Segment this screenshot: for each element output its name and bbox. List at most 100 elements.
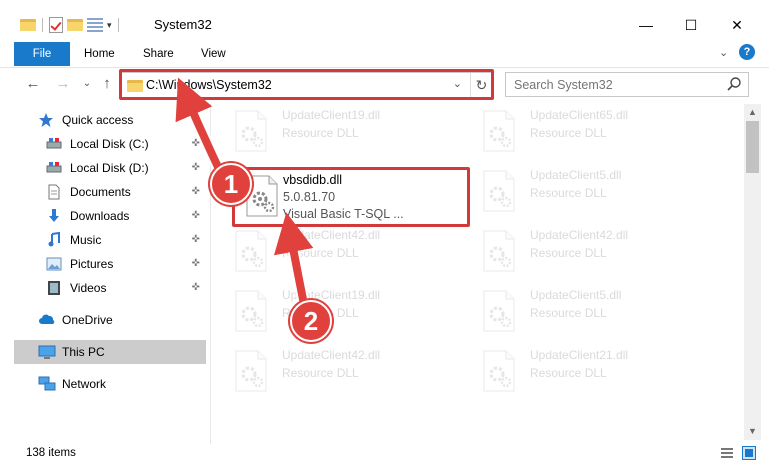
- toolbar-divider: [117, 18, 119, 32]
- minimize-button[interactable]: —: [623, 10, 669, 40]
- dll-file-icon: [482, 290, 518, 334]
- file-name: UpdateClient5.dll: [530, 288, 622, 302]
- dll-file-icon: [234, 110, 270, 154]
- file-item[interactable]: UpdateClient5.dll Resource DLL: [460, 284, 700, 344]
- file-item[interactable]: UpdateClient42.dll Resource DLL: [212, 224, 452, 284]
- sidebar-item-network[interactable]: Network: [14, 372, 206, 396]
- pin-icon: ✜: [191, 258, 200, 269]
- file-item[interactable]: UpdateClient65.dll Resource DLL: [460, 104, 700, 164]
- scroll-up-icon[interactable]: ▲: [744, 104, 761, 121]
- dll-file-icon: [234, 290, 270, 334]
- dll-file-icon: [482, 350, 518, 394]
- sidebar-item-onedrive[interactable]: OneDrive: [14, 308, 206, 332]
- sidebar-item-downloads[interactable]: Downloads ✜: [14, 204, 206, 228]
- highlighted-file-box[interactable]: vbsdidb.dll 5.0.81.70 Visual Basic T-SQL…: [232, 167, 470, 227]
- vertical-scrollbar[interactable]: ▲ ▼: [744, 104, 761, 440]
- pictures-icon: [46, 256, 64, 272]
- file-description: Resource DLL: [530, 186, 607, 200]
- sidebar-item-pictures[interactable]: Pictures ✜: [14, 252, 206, 276]
- file-name: UpdateClient65.dll: [530, 108, 629, 122]
- file-item[interactable]: UpdateClient19.dll Resource DLL: [212, 104, 452, 164]
- sidebar-item-local-disk-c[interactable]: Local Disk (C:) ✜: [14, 132, 206, 156]
- file-description: Resource DLL: [282, 126, 359, 140]
- tab-view[interactable]: View: [201, 42, 226, 66]
- search-icon[interactable]: [726, 76, 742, 92]
- toolbar-divider: [42, 18, 43, 32]
- file-name: UpdateClient21.dll: [530, 348, 629, 362]
- file-name: UpdateClient42.dll: [282, 348, 381, 362]
- file-item[interactable]: UpdateClient19.dllResource DLL: [212, 284, 452, 344]
- new-folder-icon[interactable]: [67, 19, 83, 31]
- sidebar-item-label: Documents: [70, 185, 131, 199]
- dll-file-icon: [482, 110, 518, 154]
- scrollbar-thumb[interactable]: [746, 121, 759, 173]
- sidebar-item-label: Music: [70, 233, 102, 247]
- file-list: UpdateClient19.dll Resource DLL UpdateClie…: [212, 104, 744, 440]
- sidebar-item-documents[interactable]: Documents ✜: [14, 180, 206, 204]
- file-description: Resource DLL: [530, 126, 607, 140]
- scroll-down-icon[interactable]: ▼: [744, 423, 761, 440]
- sidebar-item-this-pc[interactable]: This PC: [14, 340, 206, 364]
- sidebar-item-label: This PC: [62, 345, 105, 359]
- file-description: Resource DLL: [530, 366, 607, 380]
- properties-check-icon[interactable]: [49, 17, 63, 33]
- file-name[interactable]: vbsdidb.dll: [283, 173, 342, 187]
- disk-icon: [46, 160, 64, 176]
- tab-file[interactable]: File: [14, 42, 70, 66]
- customize-icon[interactable]: [87, 18, 103, 32]
- dll-file-icon: [234, 230, 270, 274]
- close-button[interactable]: ✕: [714, 10, 760, 40]
- status-bar: 138 items: [0, 444, 769, 476]
- file-name: UpdateClient42.dll: [530, 228, 629, 242]
- tab-home[interactable]: Home: [84, 42, 115, 66]
- toolbar-dropdown-icon[interactable]: ▾: [107, 20, 112, 31]
- pin-icon: ✜: [191, 138, 200, 149]
- file-item[interactable]: UpdateClient42.dll Resource DLL: [460, 224, 700, 284]
- sidebar-item-videos[interactable]: Videos ✜: [14, 276, 206, 300]
- maximize-button[interactable]: ☐: [668, 10, 714, 40]
- forward-button[interactable]: →: [54, 75, 72, 93]
- star-icon: [38, 112, 56, 128]
- folder-icon[interactable]: [20, 19, 36, 31]
- ribbon: File Home Share View ⌄ ?: [0, 40, 769, 68]
- file-item[interactable]: UpdateClient21.dll Resource DLL: [460, 344, 700, 404]
- file-description: Resource DLL: [282, 246, 359, 260]
- recent-locations-button[interactable]: ⌄: [78, 75, 96, 93]
- network-icon: [38, 376, 56, 392]
- file-item[interactable]: UpdateClient42.dll Resource DLL: [212, 344, 452, 404]
- ribbon-expand-icon[interactable]: ⌄: [719, 46, 733, 60]
- help-icon[interactable]: ?: [739, 44, 755, 60]
- sidebar-item-quick-access[interactable]: Quick access: [14, 108, 206, 132]
- file-description: Resource DLL: [530, 246, 607, 260]
- sidebar-item-music[interactable]: Music ✜: [14, 228, 206, 252]
- search-box[interactable]: [505, 72, 749, 97]
- documents-icon: [46, 184, 64, 200]
- file-name: UpdateClient5.dll: [530, 168, 622, 182]
- pin-icon: ✜: [191, 234, 200, 245]
- tab-share[interactable]: Share: [143, 42, 174, 66]
- large-icons-view-icon[interactable]: [742, 446, 756, 460]
- music-icon: [46, 231, 64, 248]
- dll-file-icon: [482, 230, 518, 274]
- title-bar: ▾ System32 — ☐ ✕: [0, 0, 769, 40]
- back-button[interactable]: ←: [24, 75, 42, 93]
- sidebar-item-local-disk-d[interactable]: Local Disk (D:) ✜: [14, 156, 206, 180]
- file-name: UpdateClient19.dll: [282, 108, 381, 122]
- pane-divider[interactable]: [210, 104, 211, 444]
- download-icon: [46, 208, 64, 224]
- pin-icon: ✜: [191, 186, 200, 197]
- callout-2: 2: [290, 300, 332, 342]
- dll-file-icon: [482, 170, 518, 214]
- file-item[interactable]: UpdateClient5.dll Resource DLL: [460, 164, 700, 224]
- details-view-icon[interactable]: [720, 446, 734, 460]
- sidebar-item-label: Downloads: [70, 209, 130, 223]
- dll-file-icon: [234, 350, 270, 394]
- item-count: 138 items: [26, 447, 76, 459]
- up-button[interactable]: ↑: [98, 75, 116, 93]
- cloud-icon: [38, 312, 56, 328]
- file-name: UpdateClient42.dll: [282, 228, 381, 242]
- videos-icon: [46, 280, 64, 296]
- sidebar-item-label: Pictures: [70, 257, 114, 271]
- search-input[interactable]: [506, 73, 716, 96]
- pin-icon: ✜: [191, 162, 200, 173]
